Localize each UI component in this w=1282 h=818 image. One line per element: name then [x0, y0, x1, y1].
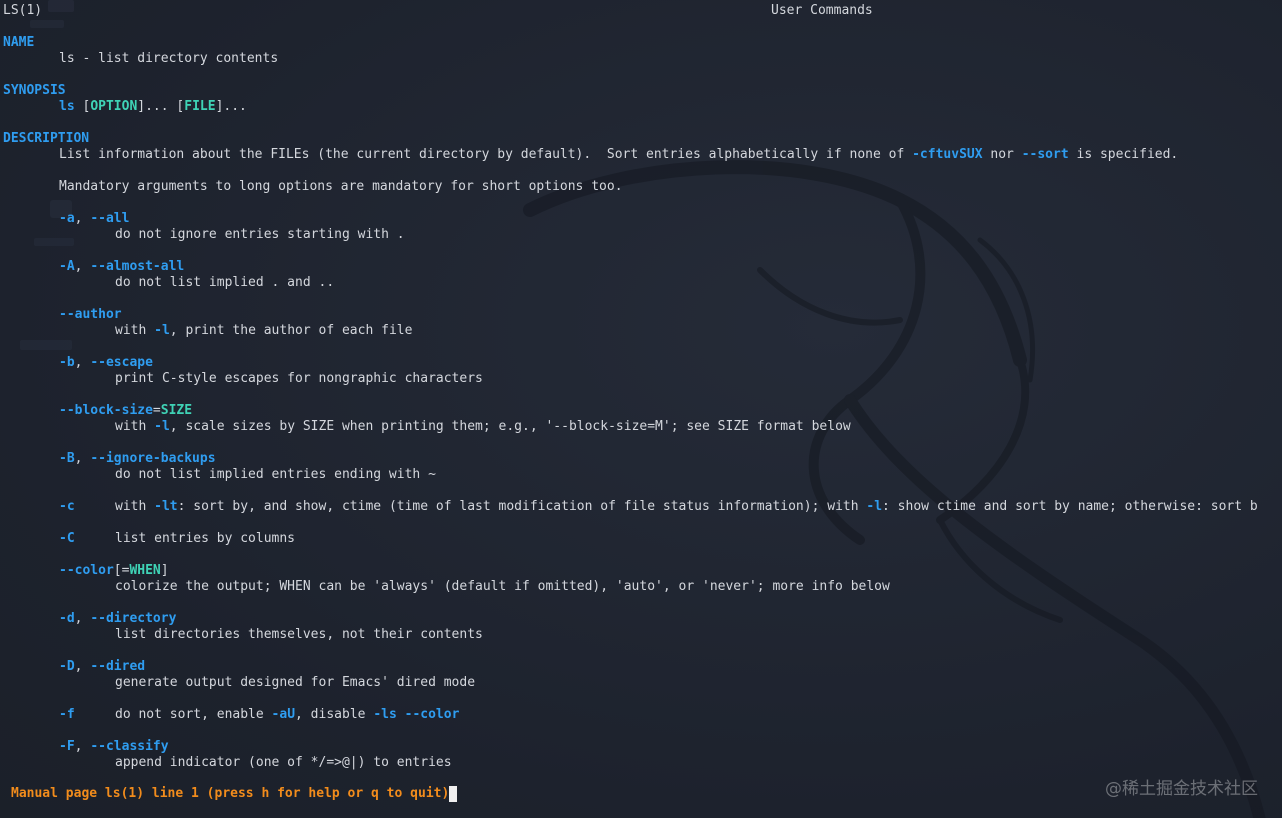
option-escape-desc: print C-style escapes for nongraphic cha…	[115, 371, 483, 386]
option-directory: -d, --directory	[59, 611, 177, 626]
option-block-size-desc: with -l, scale sizes by SIZE when printi…	[115, 419, 851, 434]
option-all: -a, --all	[59, 211, 130, 226]
option-almost-all: -A, --almost-all	[59, 259, 185, 274]
terminal-window[interactable]: LS(1) User Commands NAME ls - list direc…	[0, 0, 1282, 818]
synopsis-option-arg: OPTION	[90, 99, 138, 114]
description-paragraph-1: List information about the FILEs (the cu…	[59, 147, 1179, 162]
option-ignore-backups-desc: do not list implied entries ending with …	[115, 467, 436, 482]
option-color-desc: colorize the output; WHEN can be 'always…	[115, 579, 890, 594]
option-color: --color[=WHEN]	[59, 563, 169, 578]
synopsis-command: ls	[59, 99, 75, 114]
text-cursor[interactable]	[449, 786, 458, 802]
option-columns: -C	[59, 531, 75, 546]
option-almost-all-desc: do not list implied . and ..	[115, 275, 335, 290]
section-description-heading: DESCRIPTION	[3, 131, 90, 146]
option-classify-desc: append indicator (one of */=>@|) to entr…	[115, 755, 452, 770]
description-paragraph-2: Mandatory arguments to long options are …	[59, 179, 623, 194]
option-escape: -b, --escape	[59, 355, 153, 370]
pager-status-text: Manual page ls(1) line 1 (press h for he…	[11, 786, 450, 801]
option-author-desc: with -l, print the author of each file	[115, 323, 413, 338]
section-name-heading: NAME	[3, 35, 35, 50]
section-synopsis-heading: SYNOPSIS	[3, 83, 66, 98]
synopsis-line: ls [OPTION]... [FILE]...	[59, 99, 247, 114]
option-no-sort: -f	[59, 707, 75, 722]
pager-status-bar: Manual page ls(1) line 1 (press h for he…	[11, 786, 458, 802]
option-directory-desc: list directories themselves, not their c…	[115, 627, 483, 642]
option-ignore-backups: -B, --ignore-backups	[59, 451, 216, 466]
option-classify: -F, --classify	[59, 739, 169, 754]
option-columns-desc: list entries by columns	[115, 531, 296, 546]
option-block-size: --block-size=SIZE	[59, 403, 193, 418]
man-header-title: LS(1)	[3, 3, 43, 18]
option-author: --author	[59, 307, 122, 322]
kali-dragon-watermark	[523, 160, 1266, 818]
option-ctime-desc: with -lt: sort by, and show, ctime (time…	[115, 499, 1258, 514]
option-dired-desc: generate output designed for Emacs' dire…	[115, 675, 476, 690]
option-all-desc: do not ignore entries starting with .	[115, 227, 405, 242]
name-text: ls - list directory contents	[59, 51, 279, 66]
site-watermark: @稀土掘金技术社区	[1105, 779, 1258, 799]
option-ctime: -c	[59, 499, 75, 514]
man-header-section: User Commands	[771, 3, 873, 18]
option-dired: -D, --dired	[59, 659, 146, 674]
synopsis-file-arg: FILE	[184, 99, 216, 114]
option-no-sort-desc: do not sort, enable -aU, disable -ls --c…	[115, 707, 460, 722]
